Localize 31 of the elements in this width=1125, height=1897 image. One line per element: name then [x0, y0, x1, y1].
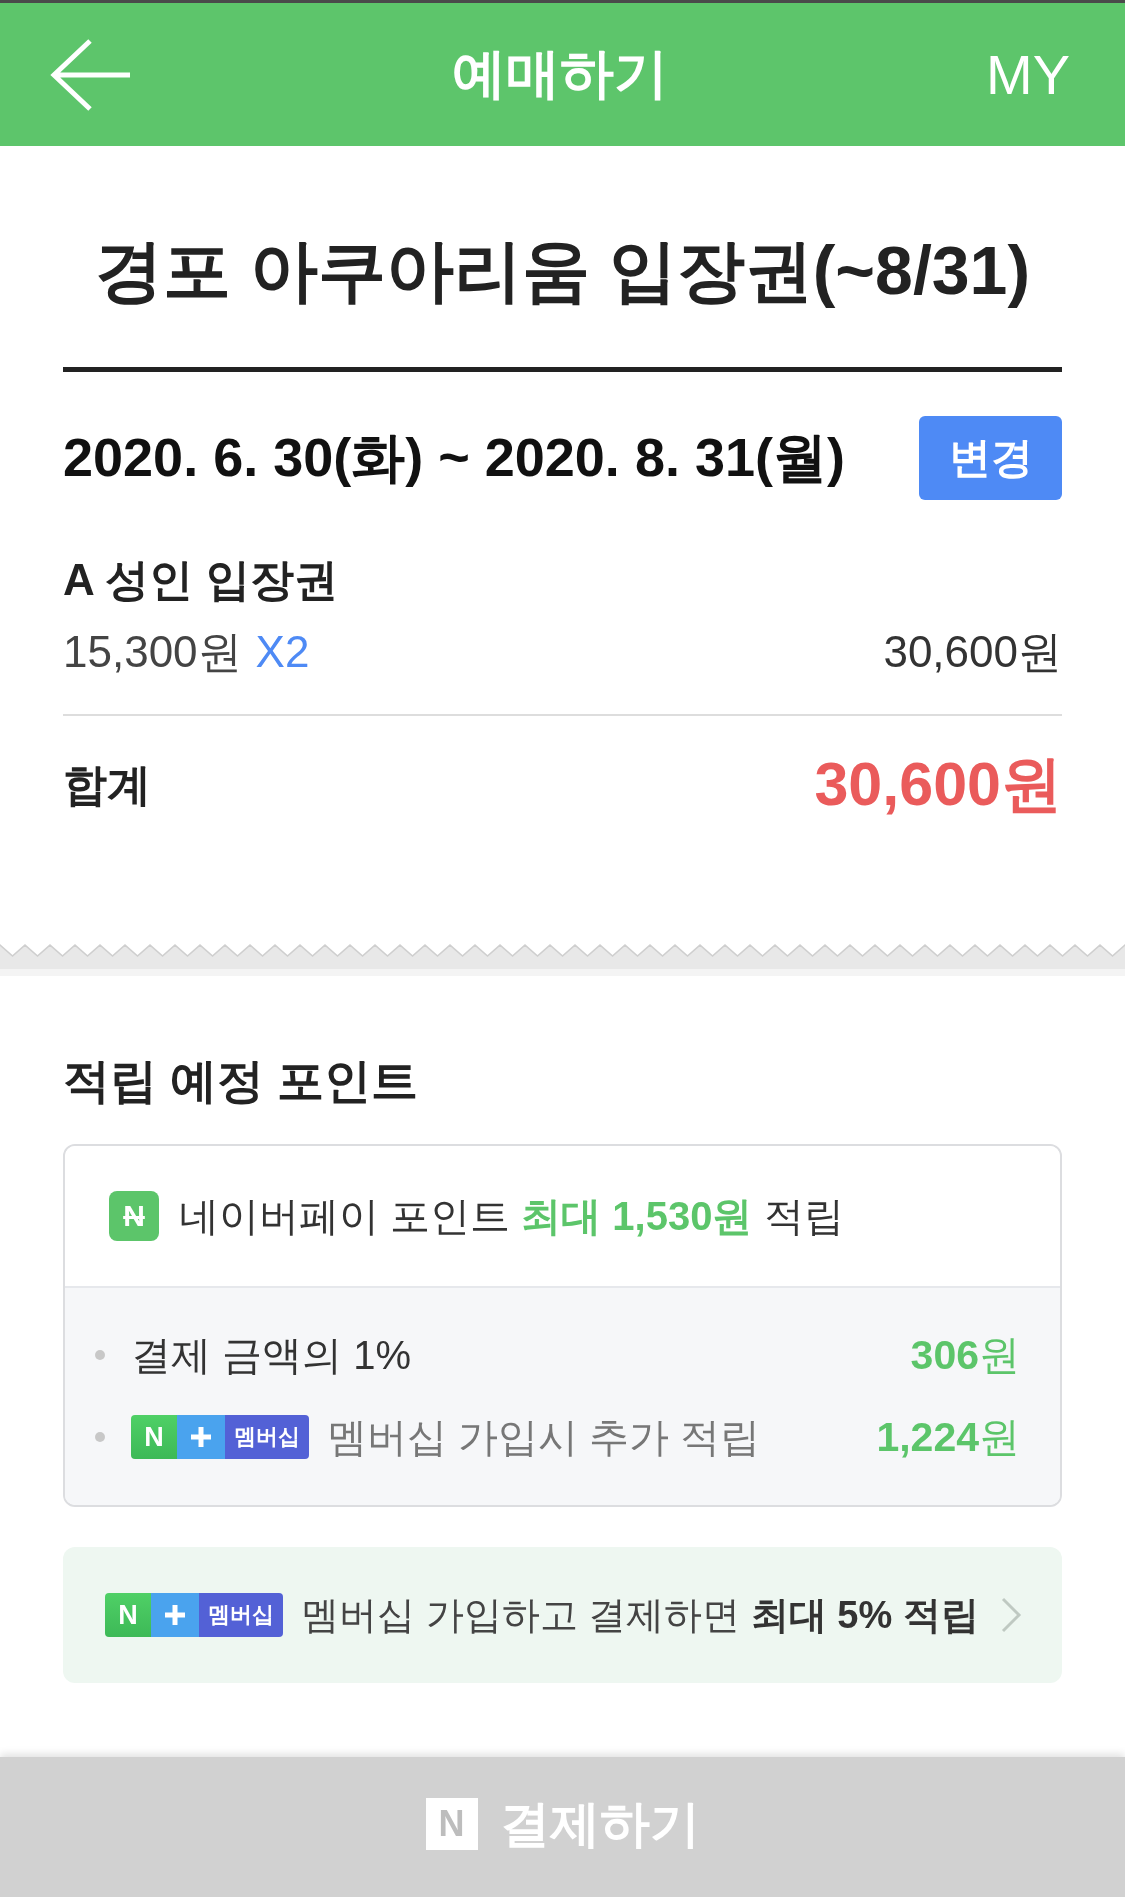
subtotal: 30,600원: [883, 626, 1062, 678]
membership-label: 멤버십: [225, 1415, 309, 1459]
plus-icon: [151, 1593, 199, 1637]
page-title: 예매하기: [452, 42, 668, 105]
total-label: 합계: [63, 758, 151, 811]
total-amount: 30,600원: [814, 749, 1062, 820]
unit-price: 15,300원: [63, 627, 242, 676]
membership-banner[interactable]: N 멤버십 멤버십 가입하고 결제하면 최대 5% 적립: [63, 1547, 1062, 1683]
bullet-icon: [95, 1350, 105, 1360]
banner-text: 멤버십 가입하고 결제하면 최대 5% 적립: [301, 1592, 979, 1638]
naver-mark: N: [131, 1415, 177, 1459]
detail-amount: 306원: [910, 1330, 1020, 1380]
detail-label: 결제 금액의 1%: [131, 1331, 412, 1379]
my-link[interactable]: MY: [986, 42, 1070, 107]
section-heading: 적립 예정 포인트: [63, 1053, 420, 1109]
points-summary: 네이버페이 포인트 최대 1,530원 적립: [179, 1192, 844, 1240]
back-icon[interactable]: [50, 37, 132, 112]
detail-amount: 1,224원: [876, 1412, 1020, 1462]
quantity: X2: [255, 627, 310, 676]
naver-logo: N: [425, 1798, 478, 1850]
bullet-icon: [95, 1432, 105, 1442]
ticket-name: A 성인 입장권: [63, 554, 339, 606]
detail-label: 멤버십 가입시 추가 적립: [327, 1413, 761, 1461]
chevron-right-icon: [1000, 1596, 1022, 1634]
date-range: 2020. 6. 30(화) ~ 2020. 8. 31(월): [63, 425, 845, 489]
membership-label: 멤버십: [199, 1593, 283, 1637]
change-button[interactable]: 변경: [919, 416, 1062, 500]
product-title: 경포 아쿠아리움 입장권(~8/31): [93, 231, 1032, 310]
plus-icon: [177, 1415, 225, 1459]
naver-mark: N: [105, 1593, 151, 1637]
pay-logo: N: [109, 1191, 159, 1241]
